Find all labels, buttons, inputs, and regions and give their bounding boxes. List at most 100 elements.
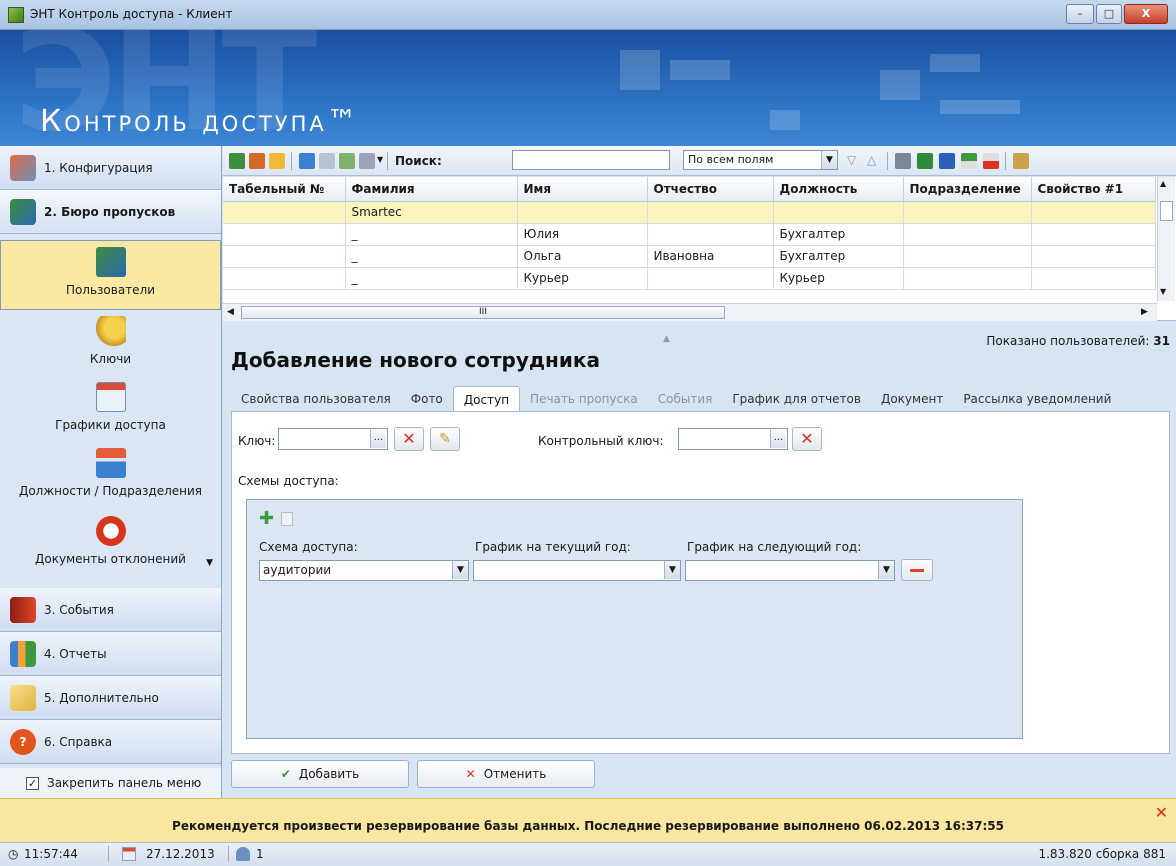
tab-document[interactable]: Документ	[871, 386, 953, 412]
pin-checkbox[interactable]: ✓	[26, 776, 39, 790]
report-chart-icon	[10, 640, 36, 667]
org-chart-icon	[95, 448, 126, 478]
filter-menu-icon[interactable]	[359, 153, 375, 169]
tab-access[interactable]: Доступ	[452, 386, 521, 412]
scroll-left-icon[interactable]: ◀	[227, 307, 234, 317]
chevron-down-icon[interactable]: ▼	[664, 561, 680, 579]
control-key-input[interactable]: ...	[678, 428, 788, 450]
key-input[interactable]: ...	[278, 428, 388, 450]
subnav-positions[interactable]: Должности / Подразделения	[0, 444, 221, 510]
table-cell	[1031, 201, 1156, 224]
column-header[interactable]: Фамилия	[345, 177, 518, 202]
table-cell: Ивановна	[647, 245, 774, 268]
subnav-label: Документы отклонений	[35, 552, 186, 566]
nav-configuration[interactable]: 1. Конфигурация	[0, 146, 221, 190]
nav-reports[interactable]: 4. Отчеты	[0, 632, 221, 676]
next-year-schedule-select[interactable]: ▼	[685, 560, 895, 581]
print-icon[interactable]	[895, 153, 911, 169]
collapse-icon[interactable]: ▲	[663, 334, 670, 344]
close-button[interactable]: X	[1124, 4, 1168, 24]
table-cell: Бухгалтер	[773, 223, 904, 246]
nav-help[interactable]: ? 6. Справка	[0, 720, 221, 764]
chevron-down-icon[interactable]: ▼	[377, 155, 383, 164]
scroll-right-icon[interactable]: ▶	[1141, 307, 1148, 317]
grid-horizontal-scrollbar[interactable]: ◀ III ▶	[223, 303, 1157, 321]
subnav-keys[interactable]: Ключи	[0, 312, 221, 376]
current-year-schedule-select[interactable]: ▼	[473, 560, 681, 581]
subnav-label: Пользователи	[65, 283, 156, 297]
table-cell	[223, 201, 346, 224]
toolbar-separator	[887, 152, 888, 170]
add-scheme-icon[interactable]: ✚	[259, 510, 274, 528]
edit-key-button[interactable]: ✎	[430, 427, 460, 451]
copy-scheme-icon[interactable]	[281, 512, 293, 526]
scheme-select[interactable]: аудитории ▼	[259, 560, 469, 581]
scroll-thumb[interactable]	[1160, 201, 1173, 221]
filter-icon[interactable]	[319, 153, 335, 169]
subnav-schedules[interactable]: Графики доступа	[0, 378, 221, 442]
control-key-browse-button[interactable]: ...	[770, 430, 786, 448]
column-header[interactable]: Подразделение	[903, 177, 1032, 202]
clear-key-button[interactable]: ✕	[394, 427, 424, 451]
tab-notifications[interactable]: Рассылка уведомлений	[953, 386, 1121, 412]
scroll-down-icon[interactable]: ▼	[206, 558, 213, 568]
user-icon	[236, 847, 250, 861]
word-icon[interactable]	[939, 153, 955, 169]
search-next-icon[interactable]: ▽	[847, 153, 856, 167]
close-icon[interactable]: ✕	[1155, 803, 1168, 822]
table-cell	[647, 201, 774, 224]
column-header[interactable]: Табельный №	[223, 177, 346, 202]
key-browse-button[interactable]: ...	[370, 430, 386, 448]
columns-icon[interactable]	[1013, 153, 1029, 169]
table-cell	[647, 223, 774, 246]
maximize-button[interactable]: □	[1096, 4, 1122, 24]
user-card-icon[interactable]	[299, 153, 315, 169]
column-header[interactable]: Имя	[517, 177, 648, 202]
cancel-button[interactable]: ✕ Отменить	[417, 760, 595, 788]
table-row[interactable]: _ Курьер Курьер	[223, 267, 1156, 290]
add-button[interactable]: ✔ Добавить	[231, 760, 409, 788]
tab-report-schedule[interactable]: График для отчетов	[722, 386, 871, 412]
banner-decoration	[670, 60, 730, 80]
table-cell: Курьер	[517, 267, 648, 290]
filter-apply-icon[interactable]	[339, 153, 355, 169]
scroll-down-icon[interactable]: ▼	[1160, 287, 1166, 296]
chevron-down-icon[interactable]: ▼	[821, 151, 837, 169]
excel-icon[interactable]	[917, 153, 933, 169]
add-user-icon[interactable]	[229, 153, 245, 169]
search-prev-icon[interactable]: △	[867, 153, 876, 167]
grid-vertical-scrollbar[interactable]: ▲ ▼	[1157, 177, 1175, 301]
table-row[interactable]: _ Юлия Бухгалтер	[223, 223, 1156, 246]
column-header[interactable]: Должность	[773, 177, 904, 202]
table-row[interactable]: _ Ольга Ивановна Бухгалтер	[223, 245, 1156, 268]
search-field-select[interactable]: По всем полям ▼	[683, 150, 838, 170]
users-icon	[95, 247, 126, 277]
nav-pass-office[interactable]: 2. Бюро пропусков	[0, 190, 221, 234]
nav-events[interactable]: 3. События	[0, 588, 221, 632]
subnav-deviation-docs[interactable]: Документы отклонений ▼	[0, 512, 221, 582]
scroll-thumb[interactable]: III	[241, 306, 725, 319]
nav-additional[interactable]: 5. Дополнительно	[0, 676, 221, 720]
pin-menu-row[interactable]: ✓ Закрепить панель меню	[0, 768, 221, 798]
search-input[interactable]	[512, 150, 670, 170]
table-row[interactable]: Smartec	[223, 201, 1156, 224]
column-header[interactable]: Свойство #1	[1031, 177, 1156, 202]
tab-print-pass[interactable]: Печать пропуска	[520, 386, 648, 412]
table-cell	[517, 201, 648, 224]
remove-user-icon[interactable]	[249, 153, 265, 169]
minimize-button[interactable]: –	[1066, 4, 1094, 24]
edit-user-icon[interactable]	[269, 153, 285, 169]
subnav-users[interactable]: Пользователи	[0, 240, 221, 310]
remove-scheme-button[interactable]	[901, 559, 933, 581]
tab-photo[interactable]: Фото	[401, 386, 453, 412]
column-header[interactable]: Отчество	[647, 177, 774, 202]
chevron-down-icon[interactable]: ▼	[452, 561, 468, 579]
scroll-up-icon[interactable]: ▲	[1160, 179, 1166, 188]
export-icon[interactable]	[983, 153, 999, 169]
chevron-down-icon[interactable]: ▼	[878, 561, 894, 579]
clear-control-key-button[interactable]: ✕	[792, 427, 822, 451]
table-cell: Smartec	[345, 201, 518, 224]
tab-events[interactable]: События	[648, 386, 723, 412]
tab-user-properties[interactable]: Свойства пользователя	[231, 386, 401, 412]
import-icon[interactable]	[961, 153, 977, 169]
